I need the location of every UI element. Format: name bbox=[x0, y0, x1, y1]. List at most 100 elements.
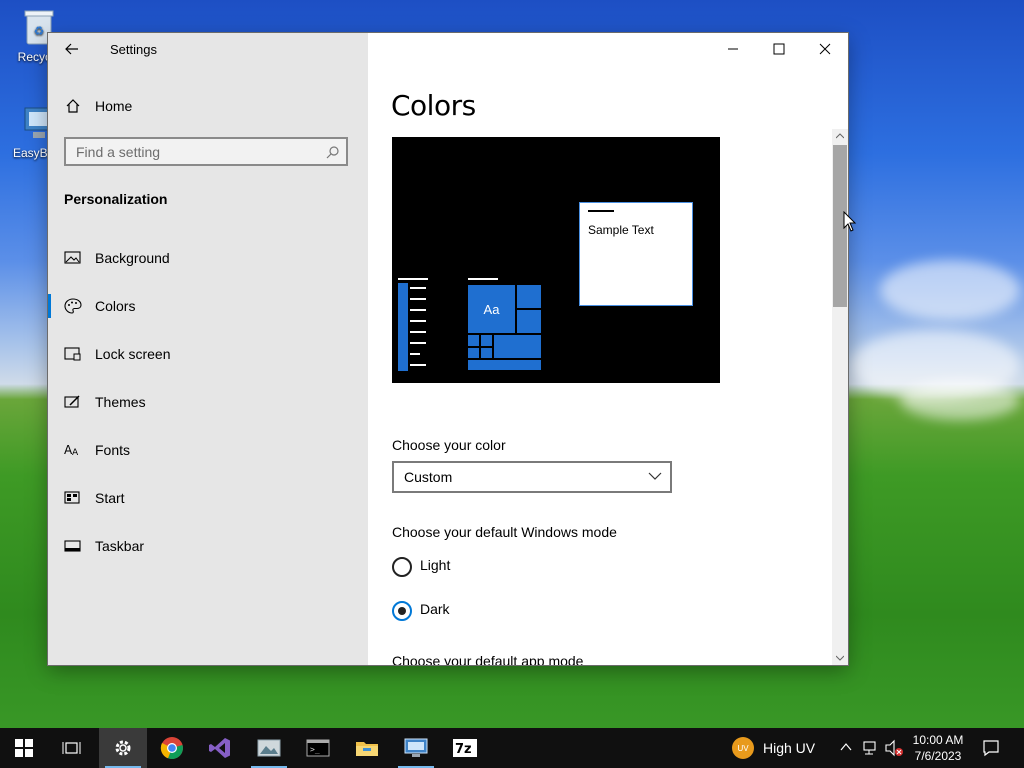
clock-time: 10:00 AM bbox=[912, 733, 964, 747]
preview-tile bbox=[481, 348, 492, 358]
sidebar-item-label: Fonts bbox=[95, 442, 131, 458]
svg-text:♻: ♻ bbox=[34, 24, 45, 38]
minimize-button[interactable] bbox=[710, 33, 756, 65]
preview-line bbox=[410, 342, 426, 344]
network-icon[interactable] bbox=[862, 740, 880, 756]
sidebar-item-start[interactable]: Start bbox=[48, 478, 368, 518]
taskbar-app-visual-studio[interactable] bbox=[196, 728, 244, 768]
preview-line bbox=[398, 278, 428, 280]
gear-icon bbox=[115, 740, 131, 756]
color-mode-dropdown[interactable]: Custom bbox=[392, 461, 672, 493]
chevron-up-icon bbox=[836, 133, 844, 139]
volume-muted-icon[interactable] bbox=[884, 739, 904, 757]
search-input[interactable]: Find a setting bbox=[64, 137, 348, 166]
preview-sample-titlebar bbox=[588, 210, 614, 212]
taskbar-app-terminal[interactable]: >_ bbox=[294, 728, 342, 768]
weather-text: High UV bbox=[763, 740, 816, 756]
minimize-icon bbox=[728, 48, 738, 50]
scrollbar[interactable] bbox=[832, 129, 848, 665]
cloud bbox=[900, 380, 1020, 420]
choose-color-label: Choose your color bbox=[392, 437, 506, 453]
palette-icon bbox=[64, 298, 82, 314]
remote-desktop-icon bbox=[404, 738, 428, 757]
preview-line bbox=[410, 331, 426, 333]
sidebar: Home Find a setting Personalization Back… bbox=[48, 33, 368, 665]
taskbar: >_ 7z UV High UV 10:00 AM 7/6/2023 bbox=[0, 728, 1024, 768]
chrome-icon bbox=[160, 737, 183, 760]
sidebar-item-home[interactable]: Home bbox=[48, 91, 368, 121]
scroll-up-button[interactable] bbox=[832, 129, 848, 143]
preview-line bbox=[410, 364, 426, 366]
scroll-down-button[interactable] bbox=[832, 651, 848, 665]
color-preview: Aa Sample Text bbox=[392, 137, 720, 383]
sidebar-item-lock-screen[interactable]: Lock screen bbox=[48, 334, 368, 374]
active-indicator bbox=[48, 294, 51, 318]
close-button[interactable] bbox=[802, 33, 848, 65]
dropdown-value: Custom bbox=[404, 469, 453, 485]
sidebar-item-label: Start bbox=[95, 490, 125, 506]
radio-circle bbox=[392, 601, 412, 621]
preview-line bbox=[410, 309, 426, 311]
back-arrow-icon bbox=[65, 43, 78, 55]
back-button[interactable] bbox=[58, 37, 86, 61]
title-bar: Settings bbox=[48, 33, 848, 65]
7zip-icon: 7z bbox=[453, 739, 477, 757]
home-label: Home bbox=[95, 98, 133, 114]
taskbar-app-settings[interactable] bbox=[99, 728, 147, 768]
radio-dot bbox=[398, 607, 406, 615]
image-icon bbox=[64, 250, 82, 266]
section-title: Personalization bbox=[64, 191, 168, 207]
settings-window: Home Find a setting Personalization Back… bbox=[48, 33, 848, 665]
preview-line bbox=[468, 278, 498, 280]
radio-label: Light bbox=[420, 557, 451, 573]
sidebar-item-label: Themes bbox=[95, 394, 146, 410]
preview-line bbox=[410, 353, 420, 355]
sidebar-item-label: Taskbar bbox=[95, 538, 145, 554]
home-icon bbox=[65, 98, 81, 119]
visual-studio-icon bbox=[209, 738, 230, 758]
app-mode-label: Choose your default app mode bbox=[392, 653, 584, 665]
weather-widget[interactable]: UV High UV bbox=[732, 737, 815, 759]
task-view-icon bbox=[62, 742, 81, 754]
taskbar-app-image-viewer[interactable] bbox=[245, 728, 293, 768]
window-title: Settings bbox=[110, 42, 157, 57]
page-title: Colors bbox=[391, 89, 476, 122]
sidebar-item-colors[interactable]: Colors bbox=[48, 286, 368, 326]
sidebar-item-themes[interactable]: Themes bbox=[48, 382, 368, 422]
chevron-down-icon bbox=[648, 469, 662, 488]
sidebar-item-label: Lock screen bbox=[95, 346, 171, 362]
task-view-button[interactable] bbox=[48, 728, 96, 768]
search-placeholder: Find a setting bbox=[76, 144, 161, 160]
preview-start-strip bbox=[398, 283, 408, 371]
maximize-button[interactable] bbox=[756, 33, 802, 65]
preview-tile bbox=[468, 360, 541, 370]
preview-sample-text: Sample Text bbox=[588, 223, 654, 237]
main-content: Colors Aa Sample Text Choose your color … bbox=[368, 65, 848, 665]
mouse-cursor-icon bbox=[843, 211, 857, 232]
preview-tile bbox=[517, 310, 541, 333]
windows-mode-label: Choose your default Windows mode bbox=[392, 524, 617, 540]
start-icon bbox=[64, 490, 82, 506]
preview-tile bbox=[468, 348, 479, 358]
start-button[interactable] bbox=[0, 728, 48, 768]
sidebar-item-taskbar[interactable]: Taskbar bbox=[48, 526, 368, 566]
action-center-icon[interactable] bbox=[982, 739, 1000, 757]
sidebar-item-label: Colors bbox=[95, 298, 136, 314]
clock[interactable]: 10:00 AM 7/6/2023 bbox=[906, 732, 970, 764]
svg-text:>_: >_ bbox=[310, 745, 320, 754]
preview-line bbox=[410, 298, 426, 300]
close-icon bbox=[819, 43, 831, 55]
taskbar-app-7zip[interactable]: 7z bbox=[441, 728, 489, 768]
terminal-icon: >_ bbox=[306, 739, 330, 757]
chevron-up-icon[interactable] bbox=[840, 742, 852, 752]
taskbar-app-chrome[interactable] bbox=[148, 728, 196, 768]
sidebar-item-background[interactable]: Background bbox=[48, 238, 368, 278]
preview-line bbox=[410, 320, 426, 322]
taskbar-app-file-explorer[interactable] bbox=[343, 728, 391, 768]
sidebar-item-fonts[interactable]: AA Fonts bbox=[48, 430, 368, 470]
taskbar-icon bbox=[64, 538, 82, 554]
taskbar-app-remote-desktop[interactable] bbox=[392, 728, 440, 768]
maximize-icon bbox=[773, 43, 785, 55]
radio-circle bbox=[392, 557, 412, 577]
brush-icon bbox=[64, 394, 82, 410]
